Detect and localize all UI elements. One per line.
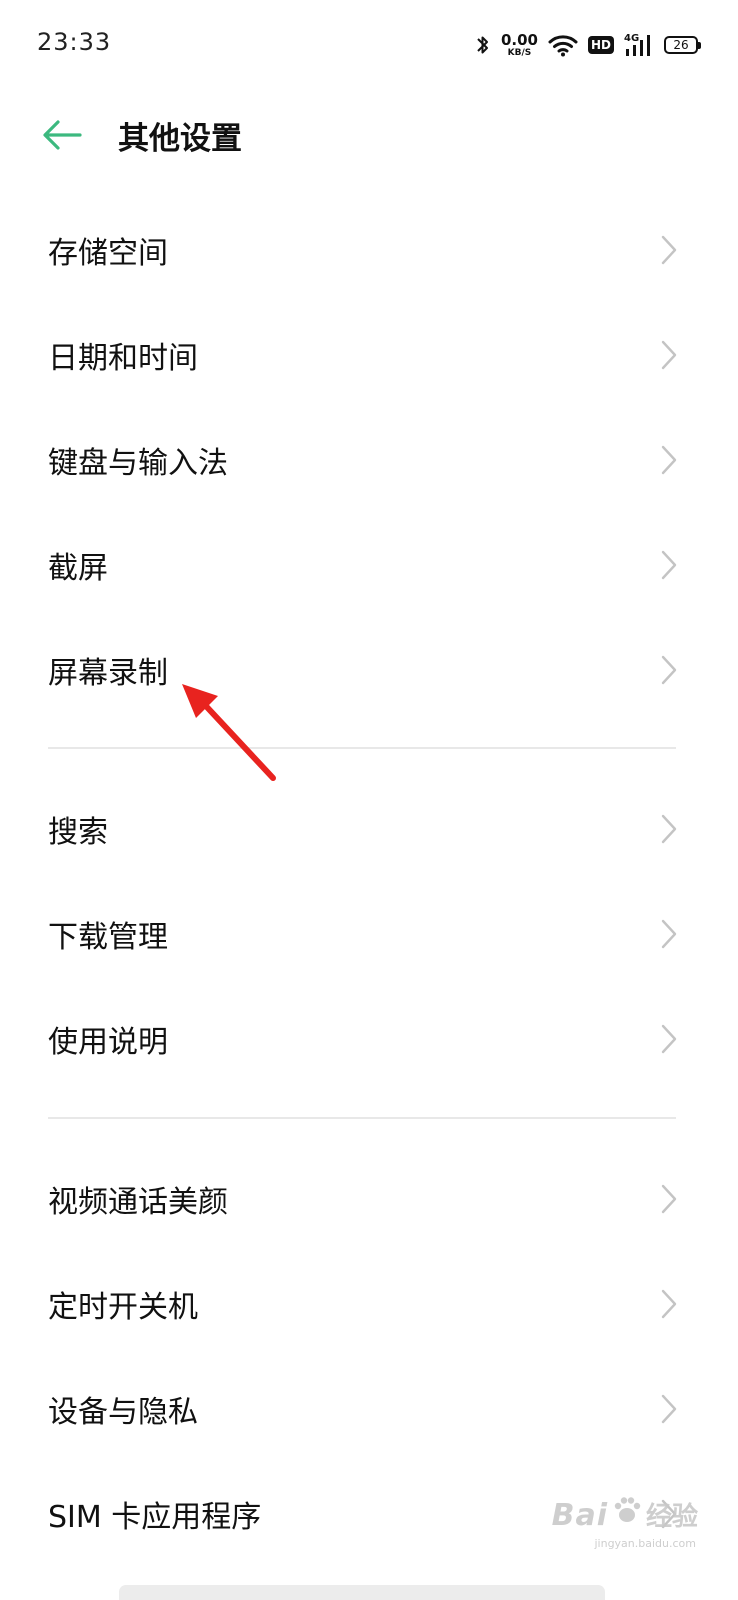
list-item-label: 存储空间 [48, 235, 168, 271]
chevron-right-icon [661, 550, 677, 579]
battery-icon: 26 [664, 36, 701, 54]
chevron-right-icon [661, 1184, 677, 1213]
watermark-brand-cn: 经验 [645, 1502, 698, 1532]
list-item-label: SIM 卡应用程序 [48, 1499, 262, 1535]
arrow-left-icon[interactable] [40, 115, 84, 155]
list-item-label: 屏幕录制 [48, 655, 168, 691]
settings-group-1: 存储空间 日期和时间 键盘与输入法 截屏 屏幕录制 [0, 197, 738, 722]
net-speed: 0.00 KB/S [500, 30, 538, 58]
list-item-label: 截屏 [48, 550, 108, 586]
list-item-label: 搜索 [48, 814, 108, 850]
chevron-right-icon [661, 1289, 677, 1318]
chevron-right-icon [661, 235, 677, 264]
chevron-right-icon [661, 1024, 677, 1053]
list-item-label: 定时开关机 [48, 1289, 198, 1325]
group-divider [48, 1117, 676, 1119]
list-item-device-privacy[interactable]: 设备与隐私 [0, 1356, 738, 1461]
watermark-brand: Bai [551, 1498, 608, 1533]
list-item-date-time[interactable]: 日期和时间 [0, 302, 738, 407]
net-speed-unit: KB/S [507, 47, 532, 58]
settings-group-2: 搜索 下载管理 使用说明 [0, 776, 738, 1091]
page-title: 其他设置 [118, 121, 242, 157]
status-icons: 0.00 KB/S HD 4G 26 [475, 28, 701, 62]
group-divider [48, 747, 676, 749]
status-bar: 23:33 0.00 KB/S HD 4G 26 [0, 0, 738, 90]
paw-icon [614, 1497, 641, 1522]
list-item-video-call-beauty[interactable]: 视频通话美颜 [0, 1146, 738, 1251]
chevron-right-icon [661, 445, 677, 474]
list-item-label: 下载管理 [48, 919, 168, 955]
network-type-label: 4G [624, 33, 639, 44]
list-item-search[interactable]: 搜索 [0, 776, 738, 881]
list-item-download-manager[interactable]: 下载管理 [0, 881, 738, 986]
list-item-storage[interactable]: 存储空间 [0, 197, 738, 302]
signal-icon: 4G [624, 33, 650, 56]
chevron-right-icon [661, 919, 677, 948]
net-speed-value: 0.00 [500, 30, 538, 49]
wifi-icon [548, 35, 578, 57]
chevron-right-icon [661, 1394, 677, 1423]
battery-level: 26 [673, 38, 689, 52]
list-item-label: 使用说明 [48, 1024, 168, 1060]
list-item-label: 设备与隐私 [48, 1394, 198, 1430]
chevron-right-icon [661, 340, 677, 369]
watermark-site: jingyan.baidu.com [594, 1537, 696, 1550]
list-item-label: 日期和时间 [48, 340, 198, 376]
list-item-scheduled-power[interactable]: 定时开关机 [0, 1251, 738, 1356]
list-item-screen-recording[interactable]: 屏幕录制 [0, 617, 738, 722]
chevron-right-icon [661, 814, 677, 843]
settings-screen: 23:33 0.00 KB/S HD 4G 26 其他设置 存储空间 日期和时间… [0, 0, 738, 1600]
list-item-label: 视频通话美颜 [48, 1184, 228, 1220]
status-time: 23:33 [37, 28, 112, 56]
list-item-screenshot[interactable]: 截屏 [0, 512, 738, 617]
list-item-keyboard-input[interactable]: 键盘与输入法 [0, 407, 738, 512]
home-indicator [119, 1585, 605, 1600]
app-header: 其他设置 [0, 95, 738, 175]
bluetooth-icon [477, 36, 488, 54]
hd-icon: HD [587, 36, 614, 54]
list-item-label: 键盘与输入法 [48, 445, 228, 481]
list-item-user-guide[interactable]: 使用说明 [0, 986, 738, 1091]
chevron-right-icon [661, 655, 677, 684]
baidu-watermark: Bai 经验 jingyan.baidu.com [551, 1495, 698, 1550]
